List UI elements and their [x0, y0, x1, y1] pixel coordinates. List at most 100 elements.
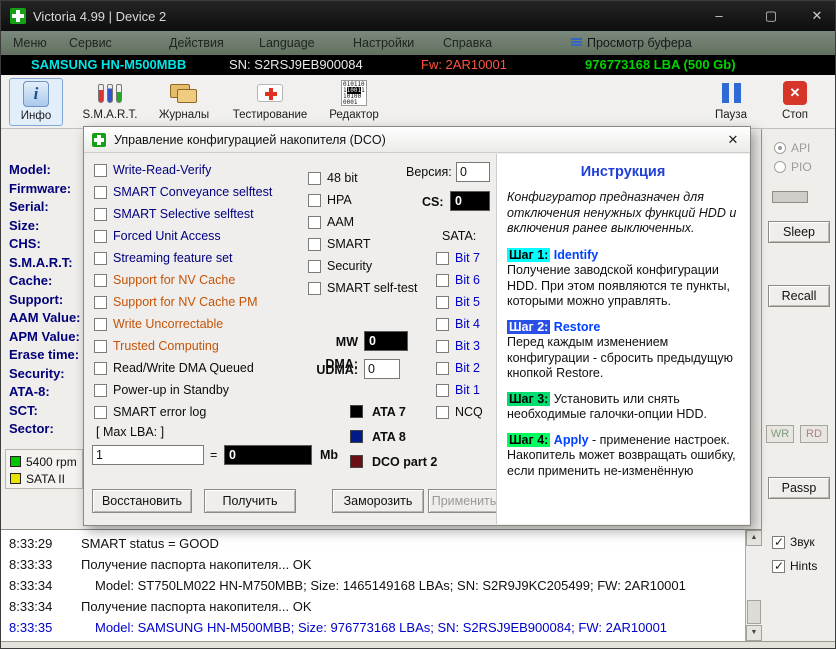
feature-row[interactable]: Trusted Computing: [94, 335, 272, 357]
feature-checkbox[interactable]: [94, 317, 107, 331]
feature-row[interactable]: Read/Write DMA Queued: [94, 357, 272, 379]
toolbar-editor-button[interactable]: 010110 110011 10100 0001 Редактор: [323, 78, 385, 126]
mode-row[interactable]: 48 bit: [308, 167, 418, 189]
sata-bit-row[interactable]: NCQ: [436, 401, 483, 423]
sata-bit-row[interactable]: Bit 5: [436, 291, 483, 313]
sata-bit-checkbox[interactable]: [436, 273, 449, 287]
toolbar-stop-button[interactable]: ✕ Стоп: [767, 78, 823, 126]
feature-checkbox[interactable]: [94, 339, 107, 353]
menu-service[interactable]: Сервис: [69, 31, 112, 55]
toolbar-smart-button[interactable]: S.M.A.R.T.: [77, 78, 143, 126]
mode-row[interactable]: Security: [308, 255, 418, 277]
toolbar-test-button[interactable]: Тестирование: [227, 78, 313, 126]
menu-help[interactable]: Справка: [443, 31, 492, 55]
scroll-thumb[interactable]: [747, 600, 761, 624]
feature-row[interactable]: Streaming feature set: [94, 247, 272, 269]
scroll-down-icon[interactable]: ▼: [746, 625, 762, 641]
sata-bit-row[interactable]: Bit 2: [436, 357, 483, 379]
sata-bit-checkbox[interactable]: [436, 317, 449, 331]
feature-row[interactable]: SMART error log: [94, 401, 272, 423]
sound-checkbox-row[interactable]: Звук: [772, 535, 815, 549]
sata-bit-checkbox[interactable]: [436, 383, 449, 397]
hints-checkbox-row[interactable]: Hints: [772, 559, 817, 573]
udma-input[interactable]: [364, 359, 400, 379]
pio-radio-circle[interactable]: [774, 161, 786, 173]
feature-checkbox[interactable]: [94, 185, 107, 199]
mb-value-field[interactable]: 0: [224, 445, 312, 465]
feature-checkbox[interactable]: [94, 229, 107, 243]
mwdma-value-field[interactable]: 0: [364, 331, 408, 351]
minimize-button[interactable]: –: [697, 1, 741, 31]
sata-bit-checkbox[interactable]: [436, 361, 449, 375]
log-scrollbar[interactable]: ▲ ▼: [745, 529, 762, 641]
get-button[interactable]: Получить: [204, 489, 296, 513]
sleep-button[interactable]: Sleep: [768, 221, 830, 243]
feature-row[interactable]: SMART Selective selftest: [94, 203, 272, 225]
feature-row[interactable]: SMART Conveyance selftest: [94, 181, 272, 203]
feature-checkbox[interactable]: [94, 273, 107, 287]
close-button[interactable]: ✕: [795, 1, 835, 31]
dialog-close-icon[interactable]: ✕: [724, 131, 742, 149]
instruction-step-4: Шаг 4: Apply - применение настроек. Нако…: [507, 432, 739, 480]
mode-row[interactable]: SMART self-test: [308, 277, 418, 299]
feature-row[interactable]: Write-Read-Verify: [94, 159, 272, 181]
sata-bit-row[interactable]: Bit 1: [436, 379, 483, 401]
toolbar-info-button[interactable]: i Инфо: [9, 78, 63, 126]
feature-checkbox[interactable]: [94, 405, 107, 419]
cs-value-field[interactable]: 0: [450, 191, 490, 211]
api-radio-circle[interactable]: [774, 142, 786, 154]
mode-row[interactable]: AAM: [308, 211, 418, 233]
mode-checkbox[interactable]: [308, 281, 321, 295]
sata-bit-row[interactable]: Bit 6: [436, 269, 483, 291]
restore-button[interactable]: Восстановить: [92, 489, 192, 513]
feature-checkbox[interactable]: [94, 361, 107, 375]
pio-radio[interactable]: PIO: [774, 160, 812, 174]
sata-bit-checkbox[interactable]: [436, 405, 449, 419]
rd-button[interactable]: RD: [800, 425, 828, 443]
feature-row[interactable]: Support for NV Cache: [94, 269, 272, 291]
apply-button[interactable]: Применить: [428, 489, 500, 513]
feature-checkbox[interactable]: [94, 383, 107, 397]
feature-checkbox[interactable]: [94, 295, 107, 309]
feature-row[interactable]: Support for NV Cache PM: [94, 291, 272, 313]
menu-menu[interactable]: Меню: [13, 31, 47, 55]
dco-dialog-titlebar[interactable]: Управление конфигурацией накопителя (DCO…: [84, 127, 750, 153]
menu-actions[interactable]: Действия: [169, 31, 224, 55]
feature-checkbox[interactable]: [94, 251, 107, 265]
sata-bit-checkbox[interactable]: [436, 339, 449, 353]
scroll-up-icon[interactable]: ▲: [746, 530, 762, 546]
menu-settings[interactable]: Настройки: [353, 31, 414, 55]
maximize-button[interactable]: ▢: [749, 1, 793, 31]
toolbar-logs-button[interactable]: Журналы: [153, 78, 215, 126]
feature-checkbox[interactable]: [94, 207, 107, 221]
freeze-button[interactable]: Заморозить: [332, 489, 424, 513]
feature-row[interactable]: Write Uncorrectable: [94, 313, 272, 335]
mode-checkbox[interactable]: [308, 237, 321, 251]
mode-row[interactable]: SMART: [308, 233, 418, 255]
mode-checkbox[interactable]: [308, 193, 321, 207]
version-label: Версия:: [406, 165, 452, 179]
menu-language[interactable]: Language: [259, 31, 315, 55]
sata-bit-row[interactable]: Bit 7: [436, 247, 483, 269]
sata-bit-row[interactable]: Bit 3: [436, 335, 483, 357]
sata-bit-row[interactable]: Bit 4: [436, 313, 483, 335]
menu-buffer-view[interactable]: Просмотр буфера: [587, 31, 692, 55]
sata-bit-checkbox[interactable]: [436, 251, 449, 265]
wr-button[interactable]: WR: [766, 425, 794, 443]
feature-row[interactable]: Power-up in Standby: [94, 379, 272, 401]
sound-checkbox[interactable]: [772, 535, 785, 549]
hints-checkbox[interactable]: [772, 559, 785, 573]
mode-checkbox[interactable]: [308, 259, 321, 273]
mode-checkbox[interactable]: [308, 215, 321, 229]
mode-row[interactable]: HPA: [308, 189, 418, 211]
recall-button[interactable]: Recall: [768, 285, 830, 307]
feature-checkbox[interactable]: [94, 163, 107, 177]
version-input[interactable]: [456, 162, 490, 182]
sata-bit-checkbox[interactable]: [436, 295, 449, 309]
api-radio[interactable]: API: [774, 141, 810, 155]
max-lba-input[interactable]: [92, 445, 204, 465]
mode-checkbox[interactable]: [308, 171, 321, 185]
passp-button[interactable]: Passp: [768, 477, 830, 499]
feature-row[interactable]: Forced Unit Access: [94, 225, 272, 247]
toolbar-pause-button[interactable]: Пауза: [703, 78, 759, 126]
